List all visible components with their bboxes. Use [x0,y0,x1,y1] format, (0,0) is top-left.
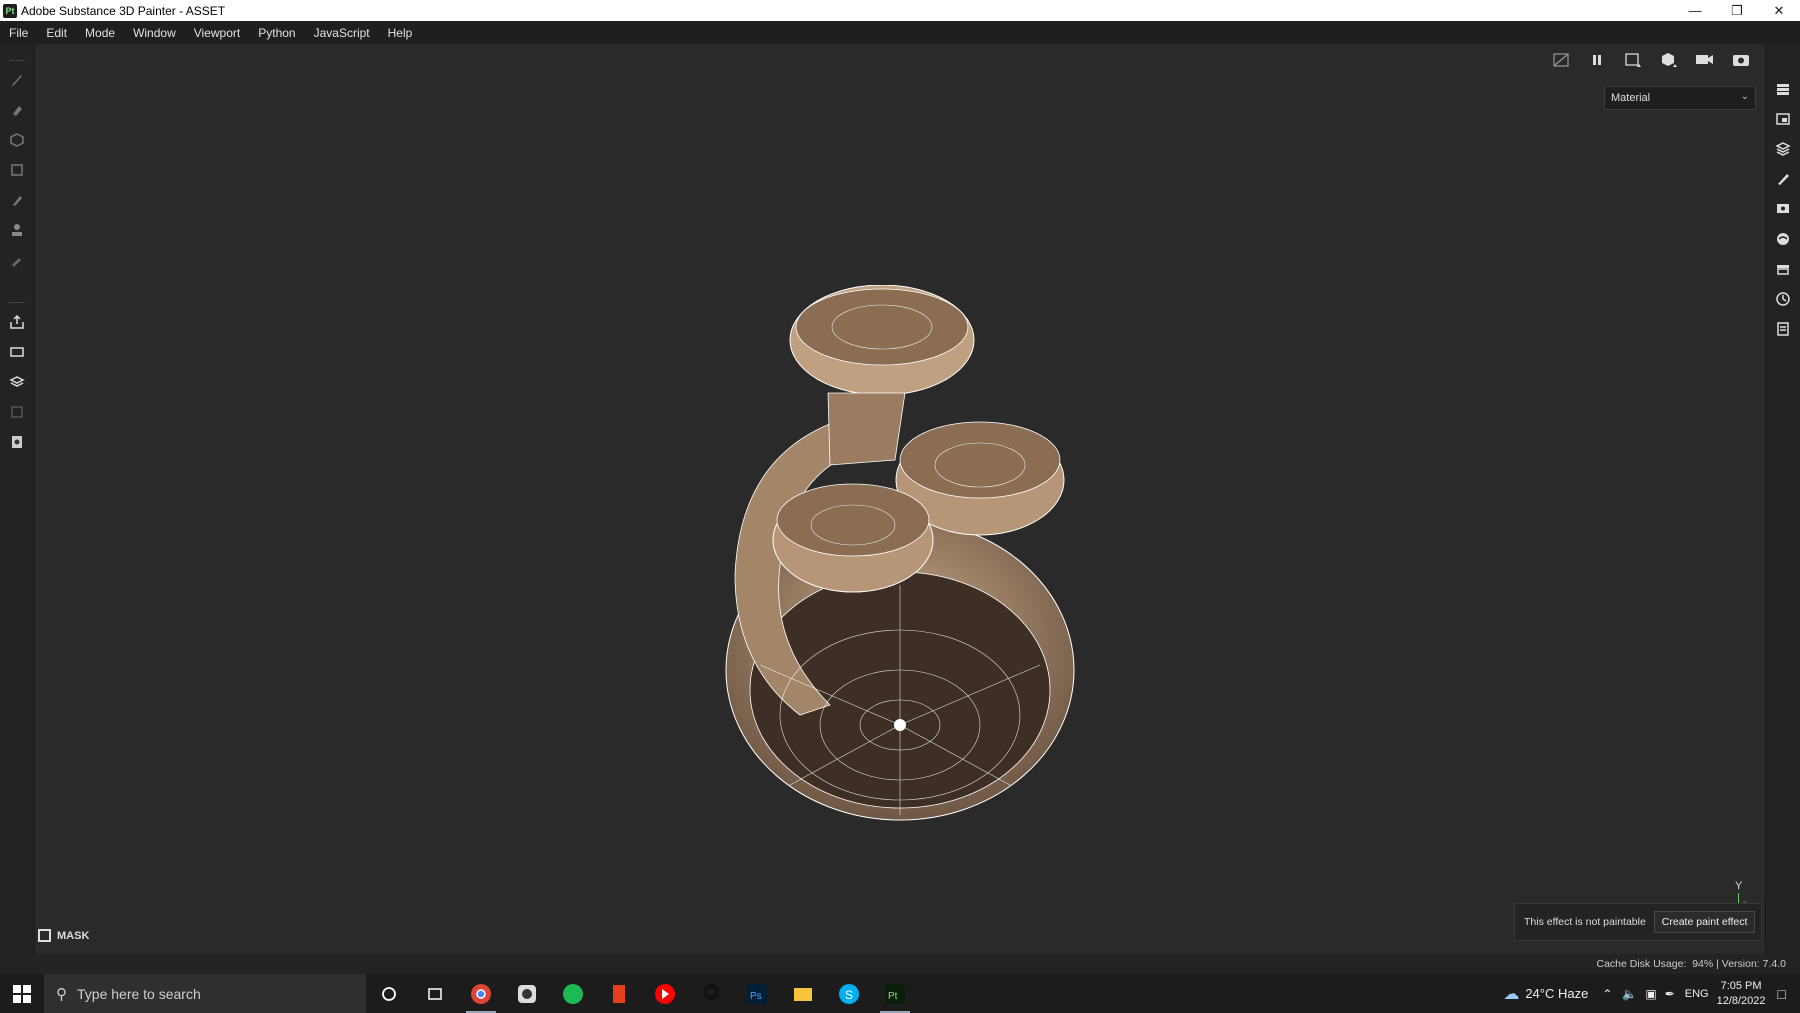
pause-icon[interactable] [1586,50,1608,70]
menu-file[interactable]: File [0,26,37,40]
menu-window[interactable]: Window [124,26,185,40]
chrome-icon[interactable] [458,974,504,1013]
history-icon[interactable] [1774,290,1792,308]
version-label: Version: 7.4.0 [1721,958,1786,970]
minimize-button[interactable]: — [1674,0,1716,21]
file-explorer-icon[interactable] [780,974,826,1013]
create-paint-effect-button[interactable]: Create paint effect [1653,911,1756,933]
clock[interactable]: 7:05 PM 12/8/2022 [1717,979,1766,1009]
document-icon[interactable] [7,432,27,452]
left-toolbar [0,44,35,954]
notifications-icon[interactable]: □ [1778,986,1786,1002]
status-bar: Cache Disk Usage: 94% | Version: 7.4.0 [0,954,1800,974]
menu-bar: File Edit Mode Window Viewport Python Ja… [0,21,1800,44]
clock-time: 7:05 PM [1720,979,1762,992]
network-icon[interactable]: ▣ [1645,987,1656,1001]
restore-button[interactable]: ❐ [1716,0,1758,21]
channel-dropdown-value: Material [1611,92,1651,104]
mask-label: MASK [57,929,90,942]
texture-set-icon[interactable] [7,372,27,392]
hide-uv-icon[interactable] [1550,50,1572,70]
window-title: Adobe Substance 3D Painter - ASSET [21,3,226,18]
cache-label: Cache Disk Usage: [1596,958,1687,970]
office-icon[interactable] [596,974,642,1013]
viewport-toolbar [1550,50,1752,70]
svg-text:Pt: Pt [888,991,898,1002]
app-logo-icon: Pt [3,3,17,18]
photoshop-icon[interactable]: Ps [734,974,780,1013]
weather-icon[interactable]: ☁ [1503,984,1519,1004]
channel-dropdown[interactable]: Material ⌄ [1604,86,1756,110]
taskbar-search[interactable]: ⚲ Type here to search [44,974,366,1013]
volume-icon[interactable]: 🔈 [1622,987,1637,1001]
search-placeholder: Type here to search [77,985,201,1002]
environment-icon[interactable] [1774,230,1792,248]
picsart-icon[interactable] [688,974,734,1013]
view-3d-icon[interactable] [1658,50,1680,70]
view-2d-icon[interactable] [1622,50,1644,70]
chevron-down-icon: ⌄ [1740,91,1749,102]
toolbar-divider [9,60,25,61]
effect-notice-panel: This effect is not paintable Create pain… [1514,903,1762,941]
svg-text:Ps: Ps [750,991,762,1002]
viewport-3d-model[interactable] [700,285,1100,835]
texture-set-list-icon[interactable] [1774,110,1792,128]
menu-mode[interactable]: Mode [76,26,124,40]
camera-icon[interactable] [1694,50,1716,70]
obs-icon[interactable] [504,974,550,1013]
clone-stamp-icon[interactable] [7,220,27,240]
taskbar: ⚲ Type here to search Ps S Pt ☁ 24°C Haz… [0,974,1800,1013]
window-controls: — ❐ ✕ [1674,0,1800,21]
weather-text[interactable]: 24°C Haze [1525,986,1588,1001]
windows-start-icon[interactable] [0,974,44,1013]
pen-icon[interactable]: ✒ [1665,987,1675,1001]
display-settings-icon[interactable] [1774,200,1792,218]
search-icon: ⚲ [56,985,67,1003]
effect-message: This effect is not paintable [1524,916,1646,928]
menu-edit[interactable]: Edit [37,26,76,40]
smudge-icon[interactable] [7,190,27,210]
axis-y-label: Y [1735,880,1743,892]
menu-python[interactable]: Python [249,26,304,40]
right-toolbar [1765,44,1800,954]
properties-icon[interactable] [1774,170,1792,188]
title-bar: Pt Adobe Substance 3D Painter - ASSET — … [0,0,1800,21]
log-icon[interactable] [1774,320,1792,338]
geometry-mask-icon[interactable] [7,402,27,422]
menu-viewport[interactable]: Viewport [185,26,249,40]
substance-painter-icon[interactable]: Pt [872,974,918,1013]
mask-checkbox[interactable] [38,929,51,942]
task-view-icon[interactable] [412,974,458,1013]
layers-panel-icon[interactable] [1774,80,1792,98]
chevron-up-icon[interactable]: ⌃ [1602,987,1612,1001]
toolbar-divider [9,302,25,303]
mask-toggle[interactable]: MASK [38,929,89,942]
system-tray: ☁ 24°C Haze ⌃ 🔈 ▣ ✒ ENG 7:05 PM 12/8/202… [1503,974,1800,1013]
youtube-music-icon[interactable] [642,974,688,1013]
layer-stack-icon[interactable] [1774,140,1792,158]
spotify-icon[interactable] [550,974,596,1013]
shelf-icon[interactable] [1774,260,1792,278]
menu-javascript[interactable]: JavaScript [305,26,379,40]
paint-brush-icon[interactable] [7,70,27,90]
export-icon[interactable] [7,312,27,332]
svg-text:S: S [845,988,853,1002]
close-button[interactable]: ✕ [1758,0,1800,21]
cache-value: 94% [1692,958,1714,970]
screenshot-icon[interactable] [1730,50,1752,70]
language-indicator[interactable]: ENG [1685,988,1709,1000]
menu-help[interactable]: Help [379,26,422,40]
polygon-fill-icon[interactable] [7,160,27,180]
cortana-icon[interactable] [366,974,412,1013]
bake-icon[interactable] [7,342,27,362]
color-picker-icon[interactable] [7,250,27,270]
skype-icon[interactable]: S [826,974,872,1013]
eraser-icon[interactable] [7,100,27,120]
clock-date: 12/8/2022 [1716,994,1766,1007]
projection-icon[interactable] [7,130,27,150]
